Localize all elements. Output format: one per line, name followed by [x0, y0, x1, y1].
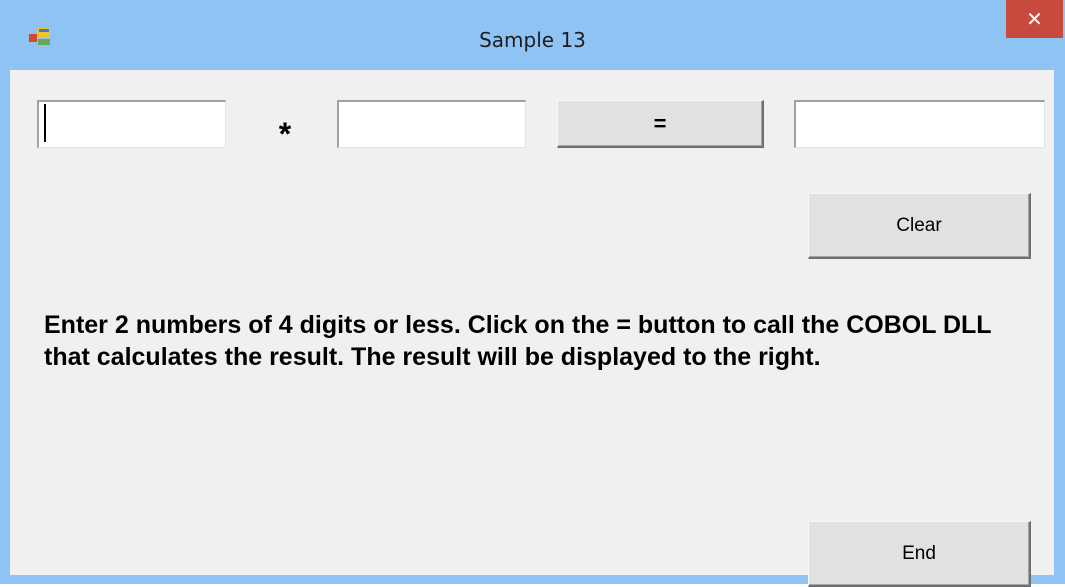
window-title: Sample 13 — [479, 28, 586, 52]
text-cursor — [44, 104, 46, 142]
equals-button[interactable]: = — [557, 100, 764, 148]
result-output[interactable] — [794, 100, 1045, 148]
second-number-input[interactable] — [337, 100, 526, 148]
title-bar[interactable]: Sample 13 ✕ — [0, 0, 1065, 70]
multiply-operator-label: * — [278, 116, 292, 152]
instructions-text: Enter 2 numbers of 4 digits or less. Cli… — [44, 311, 992, 371]
end-button[interactable]: End — [808, 521, 1031, 587]
first-number-input[interactable] — [37, 100, 226, 148]
close-button[interactable]: ✕ — [1006, 0, 1063, 38]
close-icon: ✕ — [1026, 7, 1043, 31]
clear-button[interactable]: Clear — [808, 193, 1031, 259]
